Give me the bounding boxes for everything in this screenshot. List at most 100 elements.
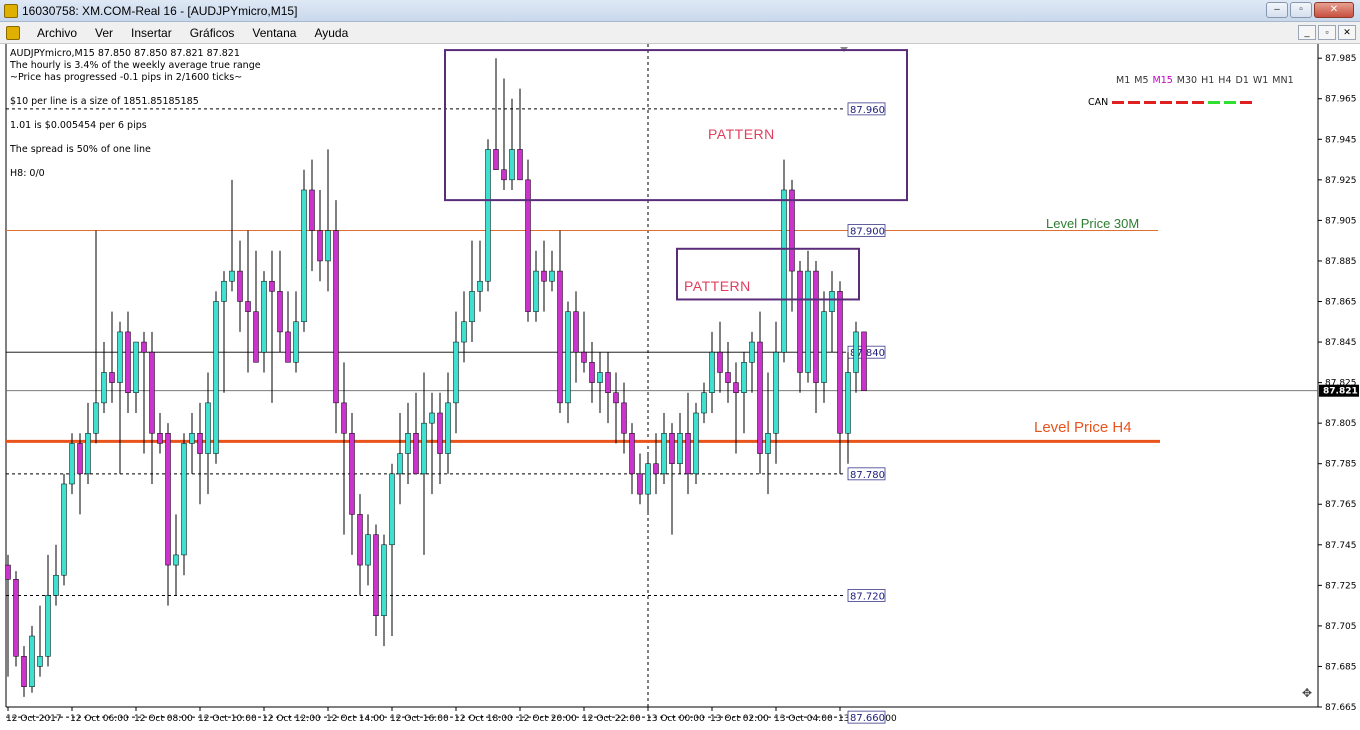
- maximize-button[interactable]: ▫: [1290, 2, 1312, 18]
- can-indicator-m30: [1160, 101, 1173, 104]
- candle-bear: [437, 412, 443, 454]
- candle-bear: [125, 331, 131, 393]
- candle-bull: [845, 372, 851, 434]
- child-minimize-button[interactable]: _: [1298, 25, 1316, 40]
- candle-bull: [37, 656, 43, 667]
- candle-bear: [605, 372, 611, 393]
- candle-bull: [405, 433, 411, 454]
- menu-ver[interactable]: Ver: [86, 25, 122, 41]
- x-tick-label: 12 Oct 20:00: [518, 714, 577, 724]
- tf-d1[interactable]: D1: [1234, 75, 1251, 86]
- candle-bull: [205, 402, 211, 454]
- candle-bull: [421, 422, 427, 475]
- app-icon: [4, 4, 18, 18]
- child-restore-button[interactable]: ▫: [1318, 25, 1336, 40]
- x-tick-label: 13 Oct 04:00: [774, 714, 833, 724]
- minimize-button[interactable]: –: [1266, 2, 1288, 18]
- y-tick-label: 87.985: [1325, 54, 1357, 64]
- child-close-button[interactable]: ✕: [1338, 25, 1356, 40]
- candle-bull: [85, 433, 91, 475]
- candle-bull: [69, 443, 75, 485]
- candle-bear: [685, 433, 691, 475]
- can-indicator-h1: [1176, 101, 1189, 104]
- candle-bull: [477, 280, 483, 292]
- x-tick-label: 12 Oct 16:00: [390, 714, 449, 724]
- menu-graficos[interactable]: Gráficos: [181, 25, 244, 41]
- candle-bear: [541, 270, 547, 282]
- timeframe-bar: M1 M5 M15 M30 H1 H4 D1 W1 MN1: [1114, 75, 1296, 86]
- level-price-label: 87.900: [850, 227, 885, 238]
- y-tick-label: 87.945: [1325, 135, 1357, 145]
- y-tick-label: 87.865: [1325, 297, 1357, 307]
- candle-bull: [453, 341, 459, 404]
- candle-bull: [853, 331, 859, 373]
- tf-m1[interactable]: M1: [1114, 75, 1132, 86]
- y-tick-label: 87.725: [1325, 581, 1357, 591]
- menu-ayuda[interactable]: Ayuda: [305, 25, 357, 41]
- tf-m30[interactable]: M30: [1175, 75, 1199, 86]
- tf-h4[interactable]: H4: [1216, 75, 1233, 86]
- tf-h1[interactable]: H1: [1199, 75, 1216, 86]
- candle-bear: [757, 341, 763, 454]
- candle-bear: [21, 656, 27, 687]
- candle-bull: [533, 270, 539, 312]
- candle-bull: [829, 291, 835, 312]
- y-tick-label: 87.705: [1325, 622, 1357, 632]
- level-price-label: 87.660: [850, 713, 885, 724]
- info-progress-line: ~Price has progressed -0.1 pips in 2/160…: [10, 72, 243, 83]
- candle-bull: [709, 351, 715, 393]
- y-tick-label: 87.665: [1325, 703, 1357, 713]
- tf-m15[interactable]: M15: [1151, 75, 1175, 86]
- candle-bear: [813, 270, 819, 383]
- y-tick-label: 87.765: [1325, 500, 1357, 510]
- y-tick-label: 87.965: [1325, 95, 1357, 105]
- candle-bull: [293, 321, 299, 363]
- y-tick-label: 87.685: [1325, 662, 1357, 672]
- menu-archivo[interactable]: Archivo: [28, 25, 86, 41]
- candle-bull: [741, 362, 747, 393]
- candle-bull: [29, 635, 35, 687]
- candle-bull: [389, 473, 395, 546]
- x-tick-label: 12 Oct 08:00: [134, 714, 193, 724]
- candle-bear: [333, 230, 339, 404]
- move-cross-icon[interactable]: ✥: [1302, 686, 1312, 700]
- tf-mn1[interactable]: MN1: [1270, 75, 1295, 86]
- candle-bull: [133, 341, 139, 393]
- can-indicator-w1: [1224, 101, 1237, 104]
- info-atr-line: The hourly is 3.4% of the weekly average…: [10, 60, 261, 71]
- candle-bear: [245, 301, 251, 312]
- candle-bull: [773, 351, 779, 434]
- level-h4-label: Level Price H4: [1034, 419, 1132, 436]
- tf-m5[interactable]: M5: [1132, 75, 1150, 86]
- symbol-header: AUDJPYmicro,M15 87.850 87.850 87.821 87.…: [10, 48, 240, 59]
- candle-bear: [341, 402, 347, 434]
- x-tick-label: 13 Oct 00:00: [646, 714, 705, 724]
- y-tick-label: 87.805: [1325, 419, 1357, 429]
- candle-bear: [717, 351, 723, 373]
- candle-bull: [365, 534, 371, 566]
- menu-ventana[interactable]: Ventana: [243, 25, 305, 41]
- tf-w1[interactable]: W1: [1251, 75, 1270, 86]
- candle-bear: [493, 149, 499, 170]
- can-indicator-d1: [1208, 101, 1221, 104]
- x-tick-label: 13 Oct 02:00: [710, 714, 769, 724]
- x-tick-label: 12 Oct 06:00: [70, 714, 129, 724]
- candle-bull: [229, 270, 235, 282]
- candle-bear: [501, 169, 507, 181]
- info-h8-line: H8: 0/0: [10, 168, 45, 179]
- candle-bear: [581, 351, 587, 363]
- candle-bear: [357, 514, 363, 566]
- candle-bull: [173, 554, 179, 566]
- x-tick-label: 12 Oct 22:00: [582, 714, 641, 724]
- can-indicator-m15: [1144, 101, 1157, 104]
- candle-bear: [253, 311, 259, 363]
- menu-insertar[interactable]: Insertar: [122, 25, 181, 41]
- candle-bear: [13, 579, 19, 657]
- chart-document-icon[interactable]: [6, 26, 20, 40]
- candle-bear: [157, 433, 163, 444]
- candle-bear: [557, 270, 563, 404]
- candle-bear: [269, 280, 275, 292]
- candle-bear: [149, 351, 155, 434]
- level-30m-label: Level Price 30M: [1046, 216, 1140, 231]
- close-button[interactable]: ✕: [1314, 2, 1354, 18]
